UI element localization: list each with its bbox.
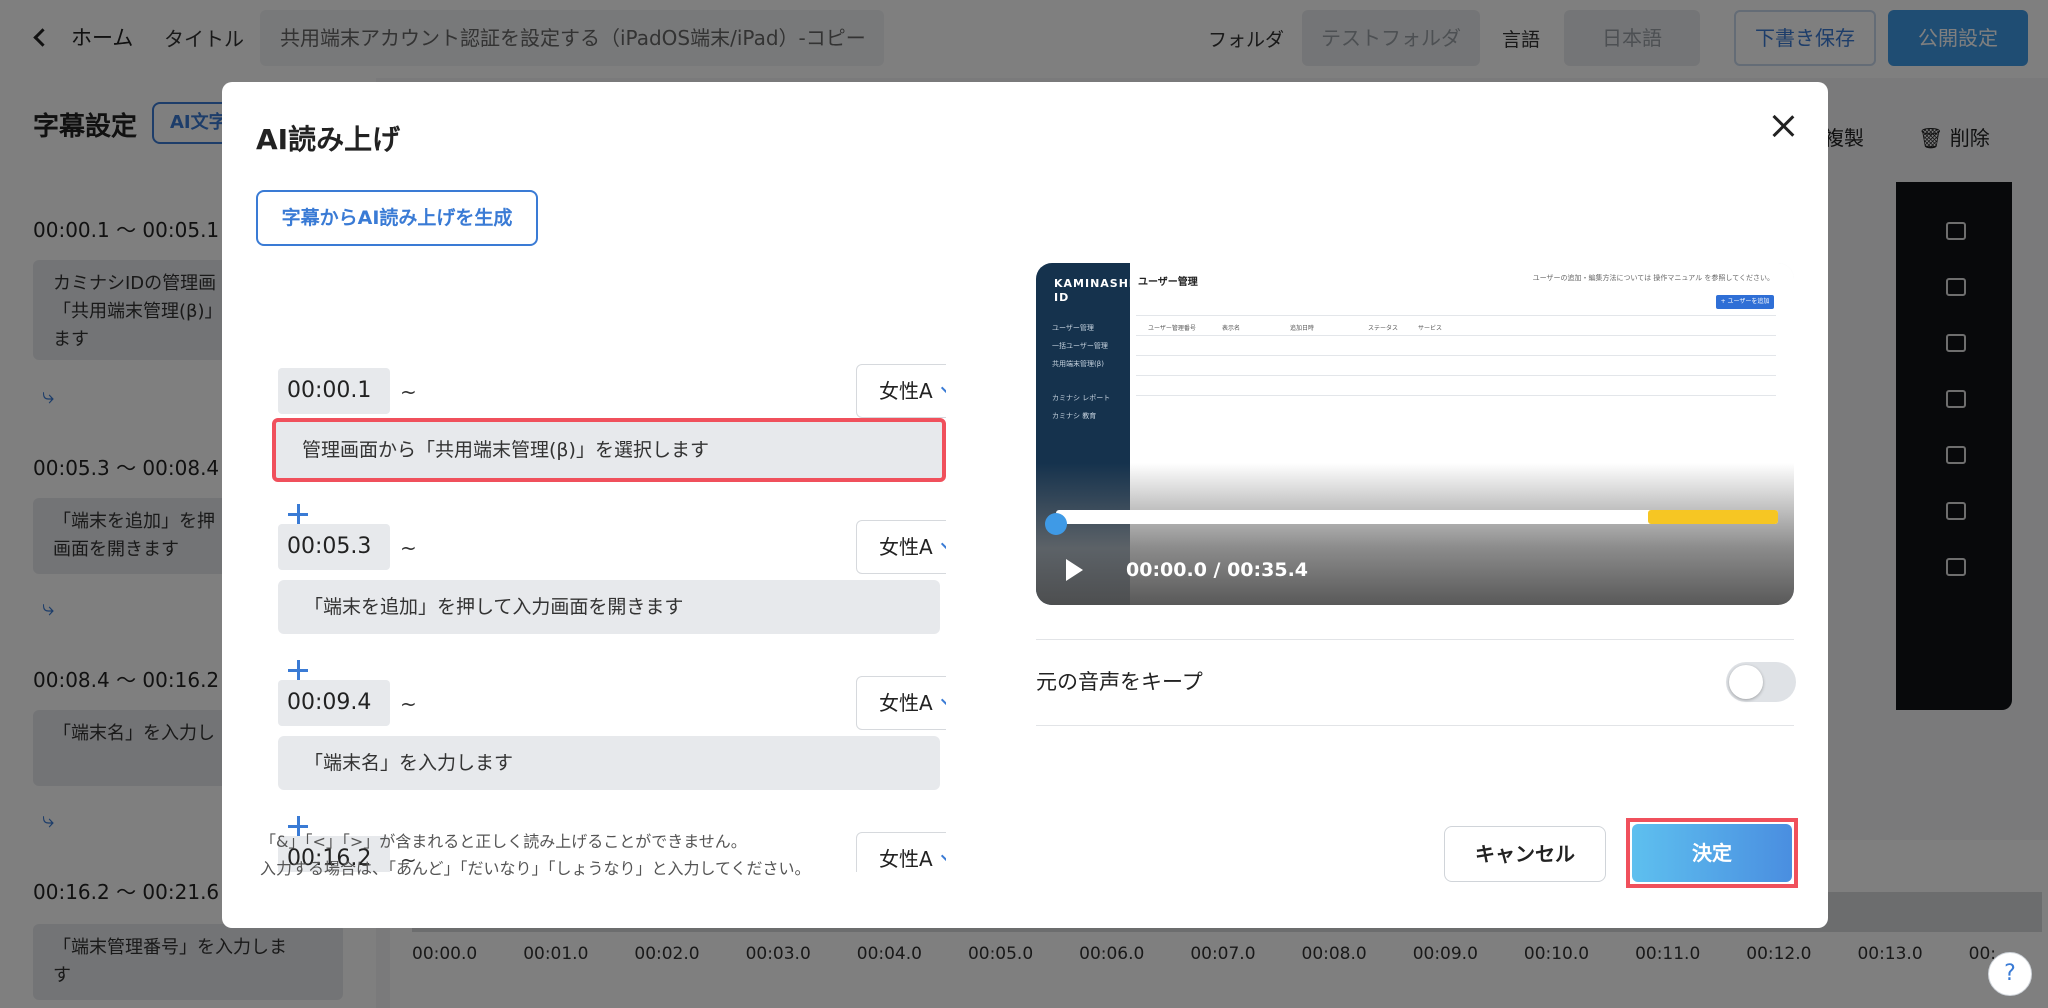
confirm-button[interactable]: 決定 (1632, 824, 1792, 882)
note-line: 入力する場合は、「あんど」「だいなり」「しょうなり」と入力してください。 (260, 859, 811, 878)
add-icon[interactable] (288, 660, 308, 680)
tilde: ~ (400, 692, 417, 716)
chevron-down-icon (940, 692, 946, 708)
voice-label: 女性A (879, 691, 933, 715)
note-line: 「&」「<」「>」が含まれると正しく読み上げることができません。 (260, 832, 747, 851)
video-buffer-segment (1648, 510, 1778, 524)
play-icon[interactable] (1066, 559, 1083, 581)
thumb-divider (1136, 395, 1776, 396)
thumb-nav-item: カミナシ レポート (1052, 394, 1111, 402)
toggle-knob (1729, 665, 1763, 699)
thumb-divider (1136, 335, 1776, 336)
divider (1036, 725, 1794, 726)
reading-list: 00:00.1 ~ 女性A 管理画面から「共用端末管理(β)」を選択します 00… (256, 278, 946, 872)
help-button[interactable]: ? (1988, 952, 2032, 996)
cancel-button[interactable]: キャンセル (1444, 826, 1606, 882)
ai-reading-modal: AI読み上げ 字幕からAI読み上げを生成 00:00.1 ~ 女性A 管理画面か… (222, 82, 1828, 928)
thumb-column: サービス (1418, 325, 1443, 332)
voice-select[interactable]: 女性A (856, 364, 946, 418)
thumb-divider (1136, 315, 1776, 316)
voice-select[interactable]: 女性A (856, 520, 946, 574)
thumb-logo: KAMINASHI ID (1054, 277, 1134, 305)
thumb-divider (1136, 375, 1776, 376)
video-preview[interactable]: KAMINASHI ID ユーザー管理 一括ユーザー管理 共用端末管理(β) カ… (1036, 263, 1794, 605)
thumb-heading: ユーザー管理 (1138, 277, 1198, 288)
reading-text-input[interactable]: 管理画面から「共用端末管理(β)」を選択します (272, 418, 946, 482)
chevron-down-icon (940, 536, 946, 552)
generate-from-subtitles-button[interactable]: 字幕からAI読み上げを生成 (256, 190, 538, 246)
chevron-down-icon (940, 380, 946, 396)
keep-audio-label: 元の音声をキープ (1036, 670, 1203, 694)
thumb-nav-item: 一括ユーザー管理 (1052, 342, 1108, 350)
thumb-nav-item: 共用端末管理(β) (1052, 360, 1104, 368)
modal-title: AI読み上げ (256, 123, 401, 156)
divider (1036, 639, 1794, 640)
voice-select[interactable]: 女性A (856, 676, 946, 730)
thumb-hint: ユーザーの追加・編集方法については 操作マニュアル を参照してください。 (1532, 274, 1774, 282)
thumb-column: 表示名 (1222, 325, 1241, 332)
close-icon[interactable] (1768, 112, 1798, 142)
start-time-input[interactable]: 00:00.1 (278, 368, 390, 414)
thumb-add-button: + ユーザーを追加 (1716, 295, 1774, 309)
reading-text-input[interactable]: 「端末名」を入力します (278, 736, 940, 790)
tilde: ~ (400, 380, 417, 404)
video-time-display: 00:00.0 / 00:35.4 (1126, 559, 1309, 581)
input-note: 「&」「<」「>」が含まれると正しく読み上げることができません。 入力する場合は… (260, 828, 811, 882)
voice-label: 女性A (879, 847, 933, 871)
thumb-column: ステータス (1368, 325, 1399, 332)
thumb-nav-item: カミナシ 教育 (1052, 412, 1097, 420)
thumb-nav-item: ユーザー管理 (1052, 324, 1094, 332)
chevron-down-icon (940, 848, 946, 864)
voice-select[interactable]: 女性A (856, 832, 946, 872)
voice-label: 女性A (879, 535, 933, 559)
voice-label: 女性A (879, 379, 933, 403)
thumb-logo-text: ID (1054, 291, 1070, 304)
video-scrubber-handle[interactable] (1045, 513, 1067, 535)
thumb-logo-text: KAMINASHI (1054, 277, 1135, 290)
thumb-divider (1136, 355, 1776, 356)
thumb-column: ユーザー管理番号 (1148, 325, 1196, 332)
reading-text-input[interactable]: 「端末を追加」を押して入力画面を開きます (278, 580, 940, 634)
video-controls-gradient (1036, 463, 1794, 605)
video-progress-bar[interactable] (1056, 510, 1778, 524)
start-time-input[interactable]: 00:05.3 (278, 524, 390, 570)
add-icon[interactable] (288, 504, 308, 524)
start-time-input[interactable]: 00:09.4 (278, 680, 390, 726)
thumb-column: 追加日時 (1290, 325, 1315, 332)
tilde: ~ (400, 536, 417, 560)
keep-audio-toggle[interactable] (1726, 662, 1796, 702)
